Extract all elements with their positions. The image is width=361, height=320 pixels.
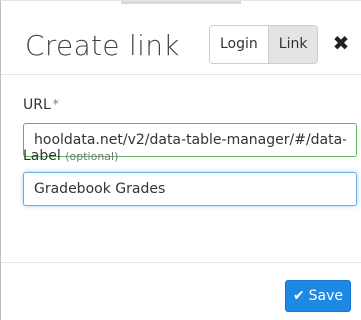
label-input[interactable] xyxy=(23,172,357,206)
header-divider xyxy=(1,74,361,75)
close-icon[interactable]: ✖ xyxy=(331,32,351,54)
tab-link[interactable]: Link xyxy=(267,26,318,63)
dialog-title: Create link xyxy=(25,29,180,62)
tab-login[interactable]: Login xyxy=(210,26,268,63)
optional-hint: (optional) xyxy=(65,150,119,163)
required-mark: * xyxy=(52,97,59,111)
label-field-label: Label (optional) xyxy=(23,148,118,164)
label-label-text: Label xyxy=(23,148,61,164)
footer-divider xyxy=(1,262,361,263)
create-link-dialog: Create link Login Link ✖ URL* Label (opt… xyxy=(0,0,361,320)
mode-toggle: Login Link xyxy=(209,25,319,64)
save-button[interactable]: ✔ Save xyxy=(285,280,351,312)
url-label-text: URL xyxy=(23,97,51,113)
dialog-header: Create link Login Link ✖ xyxy=(1,1,361,74)
save-button-label: Save xyxy=(308,288,344,304)
url-label: URL * xyxy=(23,97,59,113)
check-icon: ✔ xyxy=(292,288,305,304)
